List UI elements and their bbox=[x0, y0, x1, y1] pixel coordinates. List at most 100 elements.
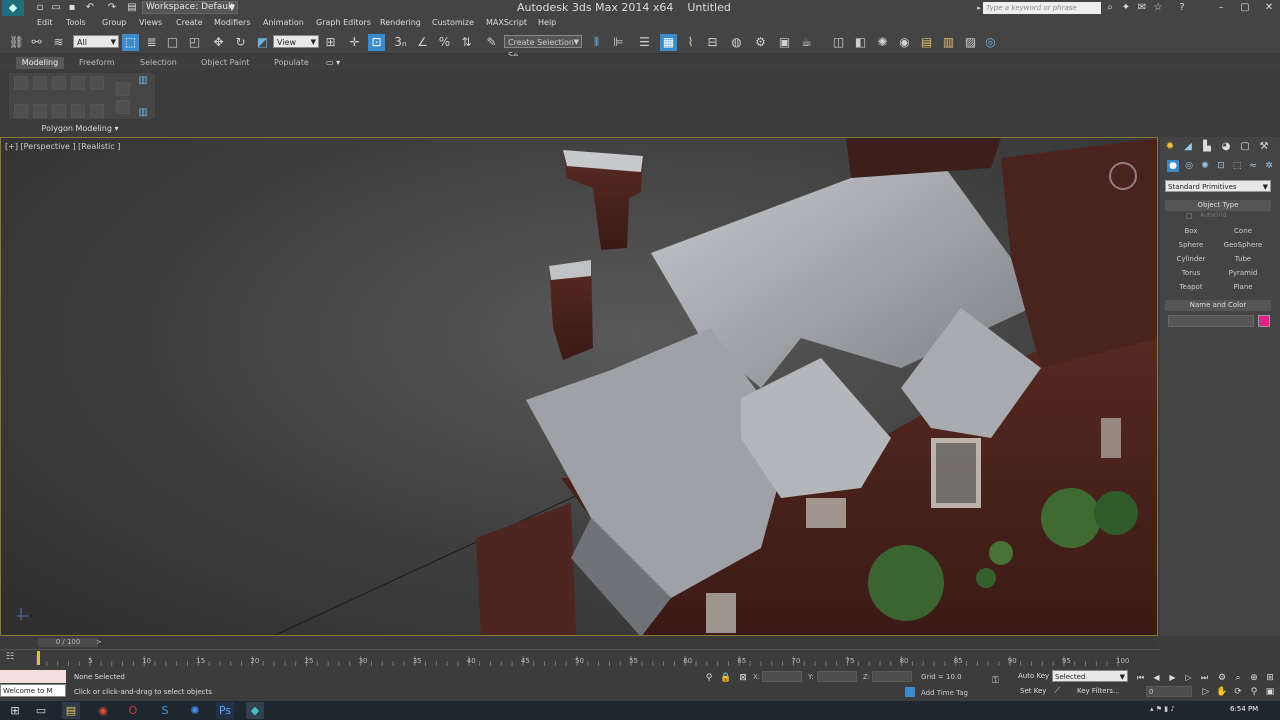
tab-modeling[interactable]: Modeling bbox=[16, 57, 64, 69]
autogrid-checkbox[interactable] bbox=[1186, 213, 1192, 219]
time-slider[interactable] bbox=[0, 637, 1158, 648]
graphite-modeling-tools-icon[interactable]: ▦ bbox=[660, 34, 677, 51]
menu-group[interactable]: Group bbox=[102, 18, 126, 27]
space-warps-icon[interactable]: ≈ bbox=[1247, 160, 1259, 172]
play-icon[interactable]: ▶ bbox=[1166, 672, 1179, 683]
cone-button[interactable]: Cone bbox=[1219, 225, 1267, 237]
cameras-icon[interactable]: ⊡ bbox=[1215, 160, 1227, 172]
menu-create[interactable]: Create bbox=[176, 18, 203, 27]
render-production-icon[interactable]: ☕ bbox=[798, 34, 815, 51]
menu-views[interactable]: Views bbox=[139, 18, 162, 27]
ribbon-stack-icon[interactable]: ▥ bbox=[136, 72, 150, 88]
file-explorer-icon[interactable]: ▤ bbox=[62, 702, 80, 719]
ribbon-tool-button[interactable] bbox=[33, 76, 47, 90]
zoom-all-icon[interactable]: ⊕ bbox=[1248, 672, 1260, 684]
mirror-icon[interactable]: ⫴ bbox=[588, 34, 605, 51]
go-to-end-icon[interactable]: ⏭ bbox=[1198, 672, 1211, 683]
extra-tool-3-icon[interactable]: ✺ bbox=[874, 34, 891, 51]
systems-icon[interactable]: ✲ bbox=[1263, 160, 1275, 172]
select-scale-icon[interactable]: ◩ bbox=[254, 34, 271, 51]
photoshop-icon[interactable]: Ps bbox=[216, 702, 234, 719]
snaps-toggle-icon[interactable]: 3ₙ bbox=[392, 34, 409, 51]
percent-snap-icon[interactable]: % bbox=[436, 34, 453, 51]
app-icon[interactable]: ✺ bbox=[186, 702, 204, 719]
isolate-selection-icon[interactable]: ⚲ bbox=[703, 672, 715, 684]
maxscript-mini-listener[interactable]: Welcome to M bbox=[0, 684, 66, 697]
orbit-icon[interactable]: ⟳ bbox=[1232, 686, 1244, 698]
field-of-view-icon[interactable]: ▷ bbox=[1200, 686, 1212, 698]
time-configuration-icon[interactable]: ⚙ bbox=[1216, 672, 1228, 684]
tab-object-paint[interactable]: Object Paint bbox=[201, 58, 249, 67]
box-button[interactable]: Box bbox=[1167, 225, 1215, 237]
shapes-icon[interactable]: ◎ bbox=[1183, 160, 1195, 172]
viewport-label[interactable]: [+] [Perspective ] [Realistic ] bbox=[5, 142, 120, 151]
zoom-extents-icon[interactable]: ⊞ bbox=[1264, 672, 1276, 684]
y-coord-input[interactable] bbox=[817, 671, 857, 682]
menu-edit[interactable]: Edit bbox=[37, 18, 53, 27]
key-filters-button[interactable]: Key Filters... bbox=[1077, 687, 1120, 695]
rectangular-region-icon[interactable]: □ bbox=[164, 34, 181, 51]
extra-tool-4-icon[interactable]: ◉ bbox=[896, 34, 913, 51]
tab-selection[interactable]: Selection bbox=[140, 58, 177, 67]
rendered-frame-window-icon[interactable]: ▣ bbox=[776, 34, 793, 51]
render-setup-icon[interactable]: ⚙ bbox=[752, 34, 769, 51]
previous-frame-icon[interactable]: ◀ bbox=[1150, 672, 1163, 683]
plane-button[interactable]: Plane bbox=[1219, 281, 1267, 293]
auto-key-button[interactable]: Auto Key bbox=[1018, 672, 1049, 680]
walk-through-icon[interactable]: ⚲ bbox=[1248, 686, 1260, 698]
tab-freeform[interactable]: Freeform bbox=[79, 58, 115, 67]
pyramid-button[interactable]: Pyramid bbox=[1219, 267, 1267, 279]
teapot-button[interactable]: Teapot bbox=[1167, 281, 1215, 293]
ribbon-tool-button[interactable] bbox=[14, 76, 28, 90]
align-icon[interactable]: ⊫ bbox=[610, 34, 627, 51]
lights-icon[interactable]: ✺ bbox=[1199, 160, 1211, 172]
pan-view-icon[interactable]: ✋ bbox=[1216, 686, 1228, 698]
open-file-icon[interactable]: ▭ bbox=[50, 2, 62, 14]
ribbon-tool-button[interactable] bbox=[52, 76, 66, 90]
manipulate-icon[interactable]: ✛ bbox=[346, 34, 363, 51]
spinner-snap-icon[interactable]: ⇅ bbox=[458, 34, 475, 51]
select-by-name-icon[interactable]: ≣ bbox=[143, 34, 160, 51]
new-file-icon[interactable]: ▫ bbox=[34, 2, 46, 14]
named-selection-dropdown[interactable]: Create Selection Se▼ bbox=[504, 35, 582, 60]
object-color-swatch[interactable] bbox=[1258, 315, 1270, 327]
edit-named-selection-icon[interactable]: ✎ bbox=[483, 34, 500, 51]
ribbon-tool-button[interactable] bbox=[33, 104, 47, 118]
search-input[interactable]: Type a keyword or phrase bbox=[983, 2, 1101, 14]
geosphere-button[interactable]: GeoSphere bbox=[1219, 239, 1267, 251]
select-object-icon[interactable]: ⬚ bbox=[122, 34, 139, 51]
extra-tool-6-icon[interactable]: ▥ bbox=[940, 34, 957, 51]
subscription-icon[interactable]: ✦ bbox=[1120, 2, 1132, 14]
display-tab-icon[interactable]: ▢ bbox=[1238, 140, 1252, 154]
next-frame-arrow-icon[interactable]: > bbox=[96, 638, 102, 646]
angle-snap-icon[interactable]: ∠ bbox=[414, 34, 431, 51]
extra-tool-8-icon[interactable]: ◎ bbox=[982, 34, 999, 51]
polygon-modeling-label[interactable]: Polygon Modeling ▾ bbox=[30, 124, 130, 133]
perspective-viewport[interactable]: [+] [Perspective ] [Realistic ] bbox=[0, 137, 1158, 636]
maxscript-listener-output[interactable] bbox=[0, 670, 66, 683]
cylinder-button[interactable]: Cylinder bbox=[1167, 253, 1215, 265]
ribbon-tool-button[interactable] bbox=[90, 104, 104, 118]
pivot-center-icon[interactable]: ⊞ bbox=[322, 34, 339, 51]
selection-lock-icon[interactable]: 🔒 bbox=[720, 672, 732, 684]
help-icon[interactable]: ? bbox=[1176, 2, 1188, 14]
start-menu-icon[interactable]: ⊞ bbox=[6, 702, 24, 719]
reference-coordinate-dropdown[interactable]: View ▼ bbox=[273, 35, 319, 48]
menu-animation[interactable]: Animation bbox=[263, 18, 304, 27]
link-icon[interactable]: ⛓ bbox=[8, 34, 25, 51]
select-rotate-icon[interactable]: ↻ bbox=[232, 34, 249, 51]
menu-help[interactable]: Help bbox=[538, 18, 556, 27]
current-frame-input[interactable]: 0 bbox=[1146, 686, 1192, 697]
torus-button[interactable]: Torus bbox=[1167, 267, 1215, 279]
bind-space-warp-icon[interactable]: ≋ bbox=[50, 34, 67, 51]
layer-manager-icon[interactable]: ☰ bbox=[636, 34, 653, 51]
z-coord-input[interactable] bbox=[872, 671, 912, 682]
close-button[interactable]: ✕ bbox=[1258, 0, 1280, 16]
viewcube-icon[interactable] bbox=[1109, 162, 1137, 190]
window-crossing-icon[interactable]: ◰ bbox=[186, 34, 203, 51]
menu-customize[interactable]: Customize bbox=[432, 18, 474, 27]
time-tag-icon[interactable] bbox=[905, 687, 915, 697]
track-bar-menu-icon[interactable]: ☷ bbox=[6, 652, 14, 662]
name-and-color-rollout[interactable]: Name and Color bbox=[1165, 300, 1271, 311]
extra-tool-5-icon[interactable]: ▤ bbox=[918, 34, 935, 51]
